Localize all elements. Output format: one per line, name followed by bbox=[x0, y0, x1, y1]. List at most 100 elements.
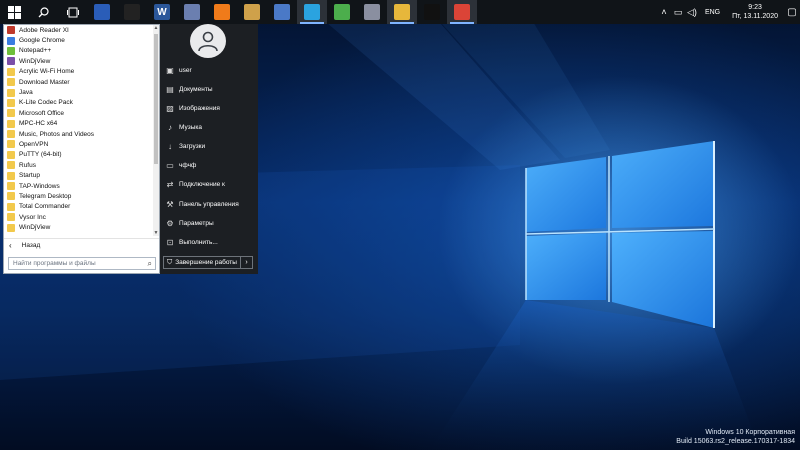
control-panel-icon: ⚒ bbox=[166, 199, 174, 209]
taskbar-app-avast[interactable] bbox=[207, 0, 237, 24]
program-label: Startup bbox=[19, 172, 40, 180]
program-list-item[interactable]: TAP-Windows bbox=[4, 181, 154, 191]
program-label: MPC-HC x64 bbox=[19, 120, 58, 128]
taskbar-app-net[interactable] bbox=[177, 0, 207, 24]
program-icon bbox=[7, 202, 15, 211]
place-item[interactable]: ♪ Музыка bbox=[160, 119, 258, 135]
program-list-item[interactable]: Total Commander bbox=[4, 202, 154, 212]
program-label: WinDjView bbox=[19, 57, 51, 65]
program-list-item[interactable]: WinDjView bbox=[4, 56, 154, 66]
program-label: Java bbox=[19, 89, 33, 97]
taskbar-app-word[interactable]: W bbox=[147, 0, 177, 24]
place-item[interactable]: ⊡ Выполнить... bbox=[160, 234, 258, 250]
program-icon bbox=[7, 88, 15, 97]
start-button[interactable] bbox=[0, 0, 29, 24]
program-list-item[interactable]: K-Lite Codec Pack bbox=[4, 98, 154, 108]
back-button[interactable]: ‹ Назад bbox=[4, 238, 159, 252]
documents-icon: ▤ bbox=[166, 84, 174, 94]
scrollbar-thumb[interactable] bbox=[154, 34, 158, 164]
program-icon bbox=[7, 26, 15, 35]
program-label: Google Chrome bbox=[19, 37, 65, 45]
place-item[interactable]: ⇄ Подключение к bbox=[160, 176, 258, 192]
place-item[interactable]: ▤ Документы bbox=[160, 81, 258, 97]
program-list-item[interactable]: MPC-HC x64 bbox=[4, 119, 154, 129]
user-avatar[interactable] bbox=[190, 24, 226, 58]
taskbar-app-explorer[interactable] bbox=[387, 0, 417, 24]
place-item[interactable]: ▨ Изображения bbox=[160, 100, 258, 116]
program-list-item[interactable]: Startup bbox=[4, 170, 154, 180]
place-label: Музыка bbox=[179, 123, 202, 131]
place-item[interactable]: ▭ чфчф bbox=[160, 157, 258, 173]
program-list-scrollbar[interactable]: ▲ ▼ bbox=[153, 25, 159, 236]
program-list-item[interactable]: Notepad++ bbox=[4, 46, 154, 56]
program-list-item[interactable]: Acrylic Wi-Fi Home bbox=[4, 67, 154, 77]
program-label: Adobe Reader XI bbox=[19, 26, 69, 34]
shutdown-button[interactable]: ⛉ Завершение работы bbox=[163, 256, 241, 269]
edition-line: Windows 10 Корпоративная bbox=[705, 429, 795, 436]
windows-start-icon bbox=[8, 5, 21, 19]
program-list-item[interactable]: Download Master bbox=[4, 77, 154, 87]
place-label: Панель управления bbox=[179, 200, 239, 208]
computer-icon: ▭ bbox=[166, 160, 174, 170]
place-item[interactable]: ▣ user bbox=[160, 62, 258, 78]
file-explorer-icon bbox=[394, 4, 410, 20]
scroll-up-arrow-icon[interactable]: ▲ bbox=[153, 25, 159, 31]
program-list-item[interactable]: Vysor Inc bbox=[4, 212, 154, 222]
search-button[interactable] bbox=[29, 0, 58, 24]
taskbar-app-telegram[interactable] bbox=[297, 0, 327, 24]
program-icon bbox=[7, 57, 15, 66]
search-placeholder: Найти программы и файлы bbox=[13, 260, 96, 267]
build-line: Build 15063.rs2_release.170317-1834 bbox=[676, 438, 795, 445]
taskbar-app-cmd[interactable] bbox=[417, 0, 447, 24]
program-list-item[interactable]: Telegram Desktop bbox=[4, 191, 154, 201]
place-label: Документы bbox=[179, 85, 213, 93]
program-list-item[interactable]: Java bbox=[4, 87, 154, 97]
action-center-icon[interactable]: ▢ bbox=[784, 7, 800, 18]
downloads-icon: ↓ bbox=[168, 141, 172, 151]
program-icon bbox=[7, 98, 15, 107]
place-item[interactable]: ⚒ Панель управления bbox=[160, 196, 258, 212]
taskbar-app-film[interactable] bbox=[117, 0, 147, 24]
search-icon: ⌕ bbox=[147, 259, 152, 268]
program-icon bbox=[7, 223, 15, 232]
program-list-item[interactable]: OpenVPN bbox=[4, 139, 154, 149]
taskbar-app-save[interactable] bbox=[87, 0, 117, 24]
notepad-green-icon bbox=[334, 4, 350, 20]
run-icon: ⊡ bbox=[166, 237, 174, 247]
taskbar-app-pencil[interactable] bbox=[237, 0, 267, 24]
program-label: TAP-Windows bbox=[19, 182, 60, 190]
network-admin-icon bbox=[184, 4, 200, 20]
program-icon bbox=[7, 140, 15, 149]
program-list-item[interactable]: Google Chrome bbox=[4, 35, 154, 45]
shutdown-options-button[interactable]: › bbox=[241, 256, 253, 269]
program-list-item[interactable]: Adobe Reader XI bbox=[4, 25, 154, 35]
command-prompt-icon bbox=[424, 4, 440, 20]
all-programs-list: Adobe Reader XI Google Chrome Notepad++ Win… bbox=[4, 25, 154, 236]
user-silhouette-icon bbox=[198, 31, 218, 52]
taskbar-app-chrome[interactable] bbox=[447, 0, 477, 24]
program-list-item[interactable]: Microsoft Office bbox=[4, 108, 154, 118]
clock-date: Пт, 13.11.2020 bbox=[732, 13, 778, 20]
task-view-button[interactable] bbox=[58, 0, 87, 24]
volume-icon[interactable]: ◁) bbox=[685, 7, 699, 18]
place-item[interactable]: ⚙ Параметры bbox=[160, 215, 258, 231]
program-list-item[interactable]: WinDjView bbox=[4, 222, 154, 232]
input-language-indicator[interactable]: ENG bbox=[699, 9, 726, 16]
orange-ring-icon bbox=[214, 4, 230, 20]
place-label: Выполнить... bbox=[179, 238, 218, 246]
network-icon[interactable]: ▭ bbox=[671, 7, 685, 18]
program-list-item[interactable]: Music, Photos and Videos bbox=[4, 129, 154, 139]
place-item[interactable]: ↓ Загрузки bbox=[160, 138, 258, 154]
program-list-item[interactable]: PuTTY (64-bit) bbox=[4, 150, 154, 160]
program-list-item[interactable]: Rufus bbox=[4, 160, 154, 170]
program-icon bbox=[7, 36, 15, 45]
taskbar-app-paint[interactable] bbox=[357, 0, 387, 24]
taskbar-app-notepad[interactable] bbox=[327, 0, 357, 24]
program-search-input[interactable]: Найти программы и файлы ⌕ bbox=[8, 257, 156, 270]
program-label: WinDjView bbox=[19, 224, 51, 232]
clock[interactable]: 9:23 Пт, 13.11.2020 bbox=[726, 3, 784, 21]
taskbar-app-remote[interactable] bbox=[267, 0, 297, 24]
chrome-icon bbox=[454, 4, 470, 20]
scroll-down-arrow-icon[interactable]: ▼ bbox=[153, 230, 159, 236]
tray-overflow-chevron-icon[interactable]: ˄ bbox=[657, 7, 671, 17]
